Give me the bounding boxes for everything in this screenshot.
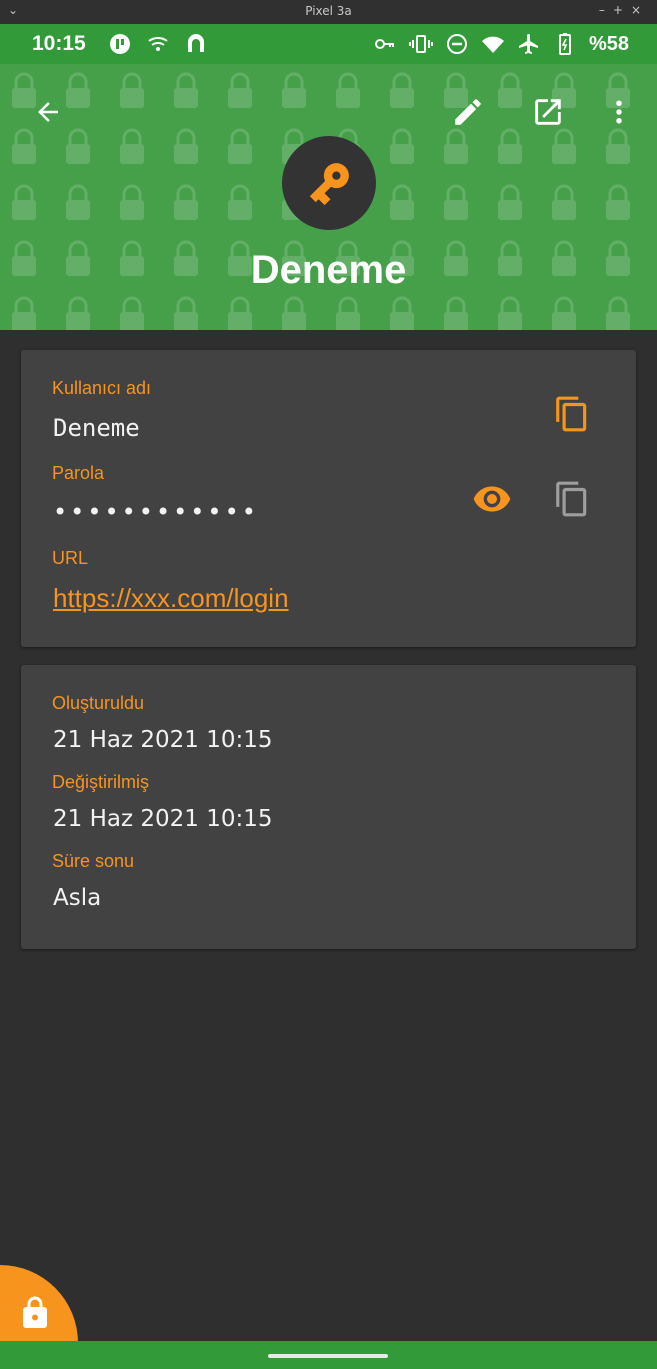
- copy-icon: [556, 481, 587, 517]
- status-time: 10:15: [32, 32, 86, 55]
- password-value[interactable]: ••••••••••••: [53, 498, 259, 526]
- dates-card: Oluşturuldu 21 Haz 2021 10:15 Değiştiril…: [21, 665, 636, 949]
- entry-header: Deneme: [0, 64, 657, 330]
- url-link[interactable]: https://xxx.com/login: [53, 583, 289, 614]
- modified-value: 21 Haz 2021 10:15: [53, 806, 273, 832]
- password-label: Parola: [52, 463, 105, 483]
- battery-percentage: %58: [588, 32, 629, 55]
- wifi-icon: [481, 36, 504, 53]
- open-external-icon: [535, 99, 561, 125]
- copy-icon: [556, 396, 587, 432]
- wifi-key-icon: [148, 37, 168, 51]
- back-button[interactable]: [24, 88, 72, 136]
- status-bar: 10:15 %58: [0, 24, 657, 64]
- more-vert-icon: [616, 100, 622, 124]
- window-title: Pixel 3a: [305, 4, 352, 18]
- window-controls[interactable]: –+×: [599, 3, 649, 17]
- battery-icon: [558, 33, 571, 55]
- emulator-title-bar: ⌄ Pixel 3a –+×: [0, 0, 657, 24]
- url-label: URL: [52, 548, 89, 568]
- open-url-button[interactable]: [524, 88, 572, 136]
- system-navigation-bar: [0, 1341, 657, 1369]
- vibrate-icon: [408, 35, 433, 53]
- copy-username-button[interactable]: [548, 390, 596, 438]
- airplane-icon: [518, 34, 538, 54]
- overflow-menu-button[interactable]: [595, 88, 643, 136]
- vpn-key-icon: [374, 39, 394, 49]
- arrow-back-icon: [38, 102, 58, 122]
- entry-title: Deneme: [250, 248, 407, 292]
- modified-label: Değiştirilmiş: [52, 772, 150, 792]
- assistant-icon: [188, 34, 204, 52]
- toggle-password-visibility-button[interactable]: [468, 475, 516, 523]
- created-label: Oluşturuldu: [52, 693, 145, 713]
- eye-icon: [473, 486, 511, 512]
- edit-icon: [455, 99, 481, 125]
- edit-button[interactable]: [444, 88, 492, 136]
- username-label: Kullanıcı adı: [52, 378, 152, 398]
- expiry-value: Asla: [53, 885, 102, 911]
- gesture-handle[interactable]: [268, 1354, 388, 1358]
- app-notification-icon: [110, 34, 130, 54]
- entry-avatar: [282, 136, 376, 230]
- key-icon: [309, 163, 349, 206]
- copy-password-button[interactable]: [548, 475, 596, 523]
- credentials-card: Kullanıcı adı Deneme Parola ••••••••••••…: [21, 350, 636, 647]
- dnd-icon: [446, 34, 467, 54]
- lock-database-button[interactable]: [0, 1265, 78, 1343]
- expiry-label: Süre sonu: [52, 851, 135, 871]
- username-value[interactable]: Deneme: [53, 414, 140, 442]
- lock-icon: [23, 1296, 47, 1328]
- created-value: 21 Haz 2021 10:15: [53, 727, 273, 753]
